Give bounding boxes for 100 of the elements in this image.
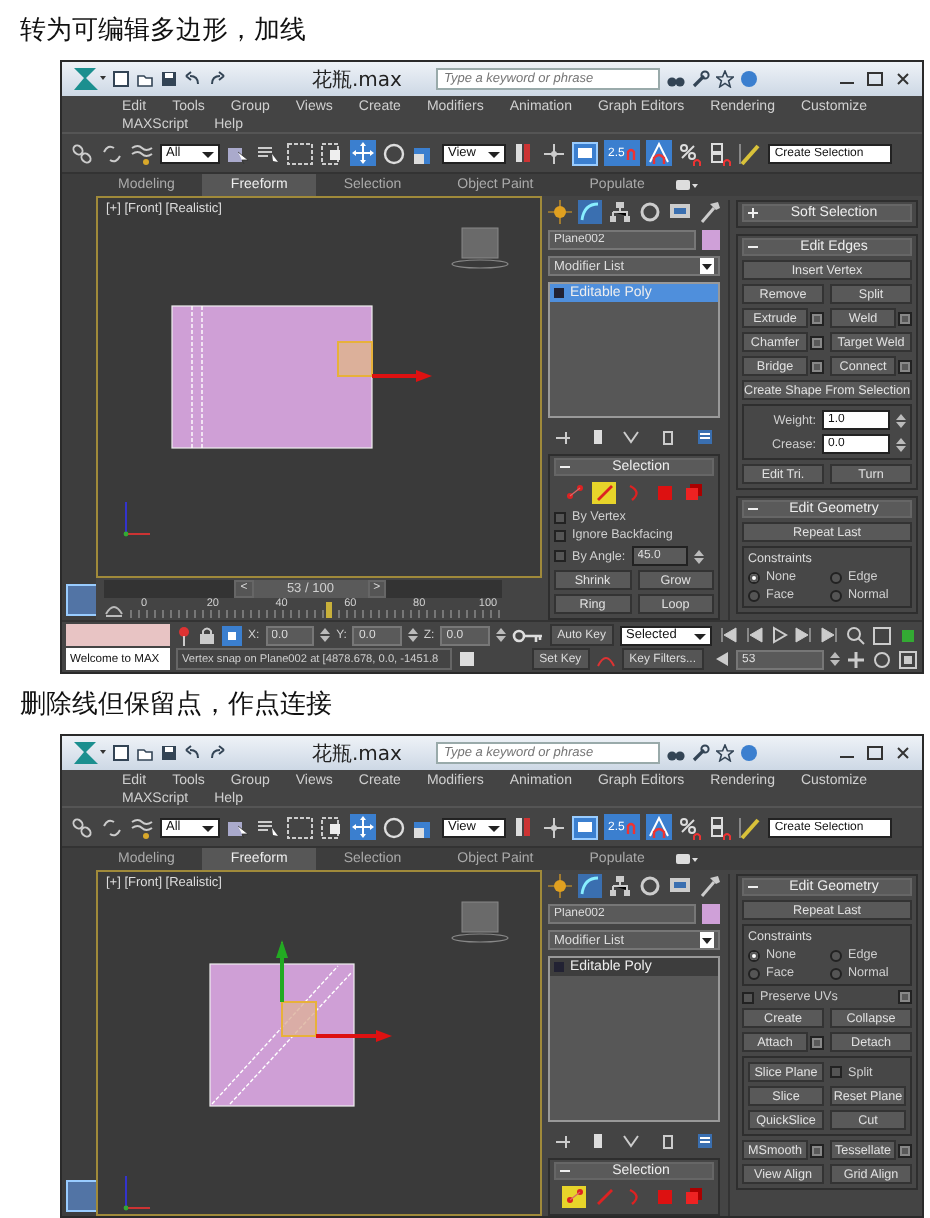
remove-modifier-icon[interactable]: [660, 1131, 677, 1149]
checkbox[interactable]: [830, 1066, 842, 1078]
rotate-icon[interactable]: [382, 815, 406, 839]
pin-stack-icon[interactable]: [554, 1131, 573, 1149]
select-by-name-icon[interactable]: [256, 141, 280, 165]
close-icon[interactable]: [892, 70, 914, 88]
key-icon[interactable]: [511, 625, 544, 645]
show-end-result-icon[interactable]: [591, 427, 604, 445]
dropdown-arrow-icon[interactable]: [202, 147, 214, 159]
checkbox[interactable]: [554, 529, 566, 541]
maximize-viewport-icon[interactable]: [898, 649, 918, 669]
subobject-level-button[interactable]: [562, 1186, 586, 1208]
configure-sets-icon[interactable]: [695, 427, 714, 445]
angle-snap-icon[interactable]: [646, 814, 673, 840]
unlink-icon[interactable]: [100, 815, 124, 839]
hierarchy-tab-icon[interactable]: [608, 874, 632, 898]
motion-tab-icon[interactable]: [638, 200, 662, 224]
zoom-icon[interactable]: [845, 625, 866, 645]
radio-button[interactable]: [830, 571, 842, 583]
subobject-level-button[interactable]: [592, 482, 616, 504]
dropdown-arrow-icon[interactable]: [488, 147, 500, 159]
new-file-icon[interactable]: [112, 70, 130, 88]
checkbox[interactable]: [742, 991, 754, 1003]
close-icon[interactable]: [892, 744, 914, 762]
dropdown-arrow-icon[interactable]: [202, 821, 214, 833]
display-tab-icon[interactable]: [668, 200, 692, 224]
spinner-arrows-icon[interactable]: [407, 626, 418, 644]
modify-tab-icon[interactable]: [578, 874, 602, 898]
radio-button[interactable]: [830, 949, 842, 961]
isolate-icon[interactable]: [458, 650, 476, 668]
hammer-icon[interactable]: [698, 200, 722, 224]
ribbon-options-icon[interactable]: [672, 848, 701, 870]
pin-stack-icon[interactable]: [554, 427, 573, 445]
rectangle-selection-icon[interactable]: [286, 815, 314, 839]
zoom-all-icon[interactable]: [871, 625, 892, 645]
star-icon[interactable]: [715, 744, 734, 762]
orbit-icon[interactable]: [872, 649, 892, 669]
open-folder-icon[interactable]: [136, 70, 154, 88]
previous-frame-icon[interactable]: [743, 626, 764, 644]
edit-named-selection-icon[interactable]: [738, 815, 763, 839]
remove-modifier-icon[interactable]: [660, 427, 677, 445]
window-crossing-icon[interactable]: [320, 141, 344, 165]
rectangle-selection-icon[interactable]: [286, 141, 314, 165]
make-unique-icon[interactable]: [622, 1131, 641, 1149]
wrench-icon[interactable]: [691, 744, 710, 762]
settings-button[interactable]: [810, 311, 824, 325]
undo-icon[interactable]: [184, 744, 202, 762]
lock-icon[interactable]: [198, 625, 216, 645]
create-tab-icon[interactable]: [548, 200, 572, 224]
radio-button[interactable]: [748, 589, 760, 601]
dropdown-arrow-icon[interactable]: [693, 629, 706, 641]
settings-button[interactable]: [898, 359, 912, 373]
checkbox[interactable]: [554, 550, 566, 562]
hammer-icon[interactable]: [698, 874, 722, 898]
create-tab-icon[interactable]: [548, 874, 572, 898]
spinner-arrows-icon[interactable]: [896, 411, 906, 429]
settings-button[interactable]: [898, 990, 912, 1004]
modify-tab-icon[interactable]: [578, 200, 602, 224]
pin-icon[interactable]: [176, 625, 192, 645]
rotate-icon[interactable]: [382, 141, 406, 165]
open-folder-icon[interactable]: [136, 744, 154, 762]
manipulate-icon[interactable]: [542, 141, 566, 165]
percent-snap-icon[interactable]: [678, 815, 703, 839]
window-crossing-icon[interactable]: [320, 815, 344, 839]
maximize-icon[interactable]: [864, 744, 886, 762]
display-tab-icon[interactable]: [668, 874, 692, 898]
spinner-snap-icon[interactable]: [708, 141, 733, 165]
wave-icon[interactable]: [130, 815, 154, 839]
maximize-icon[interactable]: [864, 70, 886, 88]
settings-button[interactable]: [810, 335, 824, 349]
spinner-arrows-icon[interactable]: [830, 650, 840, 668]
move-icon[interactable]: [350, 814, 376, 840]
pan-icon[interactable]: [846, 649, 866, 669]
spinner-arrows-icon[interactable]: [693, 547, 704, 565]
radio-button[interactable]: [830, 589, 842, 601]
spinner-snap-icon[interactable]: [708, 815, 733, 839]
configure-sets-icon[interactable]: [695, 1131, 714, 1149]
object-color-swatch[interactable]: [702, 230, 720, 250]
settings-button[interactable]: [810, 1035, 824, 1049]
unlink-icon[interactable]: [100, 141, 124, 165]
save-icon[interactable]: [160, 70, 178, 88]
spinner-arrows-icon[interactable]: [320, 626, 331, 644]
save-icon[interactable]: [160, 744, 178, 762]
view-cube-icon[interactable]: [451, 901, 509, 943]
absolute-mode-icon[interactable]: [222, 625, 242, 645]
ribbon-options-icon[interactable]: [672, 174, 701, 196]
hierarchy-tab-icon[interactable]: [608, 200, 632, 224]
viewport-layout-tab[interactable]: [66, 584, 98, 616]
link-icon[interactable]: [70, 141, 94, 165]
redo-icon[interactable]: [208, 744, 226, 762]
checkbox[interactable]: [554, 511, 566, 523]
wave-icon[interactable]: [130, 141, 154, 165]
wrench-icon[interactable]: [691, 70, 710, 88]
settings-button[interactable]: [810, 1143, 824, 1157]
go-to-end-icon[interactable]: [819, 626, 840, 644]
dropdown-arrow-icon[interactable]: [488, 821, 500, 833]
play-icon[interactable]: [769, 626, 788, 644]
viewport-layout-tab[interactable]: [66, 1180, 98, 1212]
motion-tab-icon[interactable]: [638, 874, 662, 898]
link-icon[interactable]: [70, 815, 94, 839]
